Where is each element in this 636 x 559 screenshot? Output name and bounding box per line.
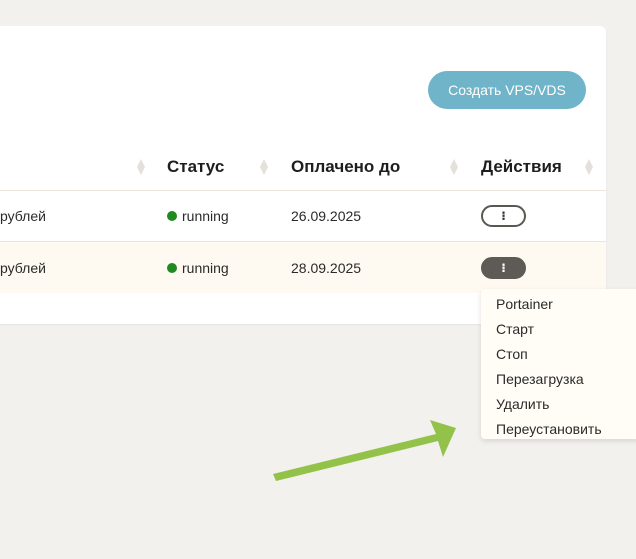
- annotation-arrow-icon: [273, 420, 456, 481]
